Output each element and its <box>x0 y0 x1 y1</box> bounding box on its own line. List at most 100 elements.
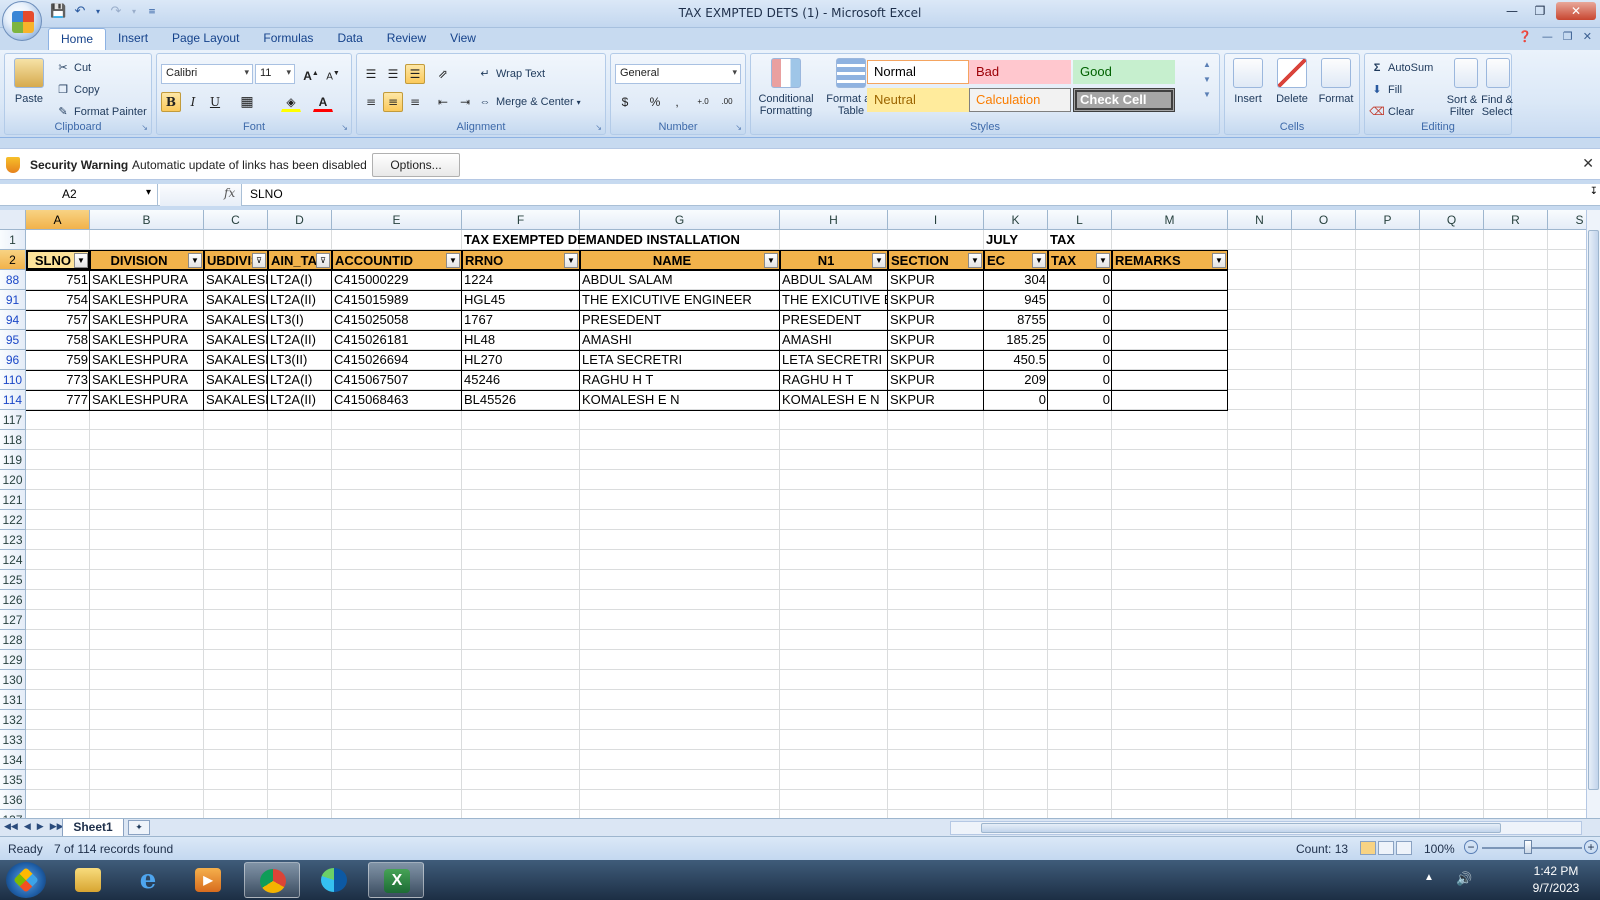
filter-dropdown-icon[interactable]: ▼ <box>564 253 578 268</box>
font-name-select[interactable]: Calibri <box>161 64 253 84</box>
align-right-button[interactable]: ≡ <box>405 92 425 112</box>
taskbar-media-player[interactable]: ▶ <box>180 862 236 898</box>
font-color-button[interactable]: A <box>313 92 333 112</box>
style-neutral[interactable]: Neutral <box>867 88 969 112</box>
normal-view-icon[interactable] <box>1360 841 1376 855</box>
clock-date[interactable]: 9/7/2023 <box>1522 881 1590 895</box>
column-header-p[interactable]: P <box>1356 210 1420 230</box>
column-header-r[interactable]: R <box>1484 210 1548 230</box>
style-check-cell[interactable]: Check Cell <box>1073 88 1175 112</box>
filter-dropdown-icon[interactable]: ▼ <box>1096 253 1110 268</box>
bold-button[interactable]: B <box>161 92 181 112</box>
decrease-decimal-button[interactable]: .00 <box>717 92 737 112</box>
filter-applied-icon[interactable]: ⊽ <box>252 253 266 268</box>
decrease-indent-button[interactable]: ⇤ <box>433 92 453 112</box>
paste-button[interactable]: Paste <box>9 58 49 105</box>
row-header[interactable]: 117 <box>0 410 26 430</box>
row-header[interactable]: 119 <box>0 450 26 470</box>
header-cell-d[interactable]: AIN_TA ⊽ <box>268 250 332 270</box>
align-top-button[interactable]: ☰ <box>361 64 381 84</box>
header-cell-l[interactable]: TAX ▼ <box>1048 250 1112 270</box>
fill-color-button[interactable]: ◈ <box>281 92 301 112</box>
volume-icon[interactable]: 🔊 <box>1456 871 1472 887</box>
column-header-i[interactable]: I <box>888 210 984 230</box>
sheet-title[interactable]: TAX EXEMPTED DEMANDED INSTALLATION <box>462 230 848 250</box>
first-sheet-icon[interactable]: ◀◀ <box>4 821 18 832</box>
taskbar-internet-explorer[interactable]: e <box>120 862 176 898</box>
column-header-h[interactable]: H <box>780 210 888 230</box>
percent-button[interactable]: % <box>645 92 665 112</box>
clipboard-launcher-icon[interactable]: ↘ <box>141 123 148 132</box>
insert-cells-button[interactable]: Insert <box>1227 58 1269 105</box>
row-header[interactable]: 88 <box>0 270 26 290</box>
taskbar-edge[interactable] <box>306 862 362 898</box>
borders-button[interactable]: ▦ <box>237 92 257 112</box>
row-header[interactable]: 137 <box>0 810 26 818</box>
cut-button[interactable]: ✂ Cut <box>55 60 91 76</box>
align-bottom-button[interactable]: ☰ <box>405 64 425 84</box>
zoom-in-icon[interactable]: + <box>1584 840 1598 854</box>
row-header[interactable]: 2 <box>0 250 26 270</box>
row-header[interactable]: 130 <box>0 670 26 690</box>
horizontal-scroll-thumb[interactable] <box>981 823 1501 833</box>
page-layout-view-icon[interactable] <box>1378 841 1394 855</box>
increase-decimal-button[interactable]: +.0 <box>693 92 713 112</box>
column-header-n[interactable]: N <box>1228 210 1292 230</box>
scroll-up-icon[interactable]: ▲ <box>1203 60 1211 69</box>
row-header[interactable]: 114 <box>0 390 26 410</box>
workbook-minimize-icon[interactable]: — <box>1542 30 1553 43</box>
column-header-l[interactable]: L <box>1048 210 1112 230</box>
row-header[interactable]: 118 <box>0 430 26 450</box>
row-header[interactable]: 131 <box>0 690 26 710</box>
next-sheet-icon[interactable]: ▶ <box>37 821 44 832</box>
conditional-formatting-button[interactable]: Conditional Formatting <box>755 58 817 117</box>
align-center-button[interactable]: ≡ <box>383 92 403 112</box>
filter-dropdown-icon[interactable]: ▼ <box>872 253 886 268</box>
filter-dropdown-icon[interactable]: ▼ <box>446 253 460 268</box>
wrap-text-button[interactable]: ↵ Wrap Text <box>477 66 545 82</box>
header-cell-m[interactable]: REMARKS ▼ <box>1112 250 1228 270</box>
help-icon[interactable]: ❓ <box>1518 30 1532 43</box>
style-good[interactable]: Good <box>1073 60 1175 84</box>
align-middle-button[interactable]: ☰ <box>383 64 403 84</box>
find-select-button[interactable] <box>1483 58 1513 90</box>
options-button[interactable]: Options... <box>372 153 460 177</box>
row-header[interactable]: 91 <box>0 290 26 310</box>
font-size-select[interactable]: 11 <box>255 64 295 84</box>
align-left-button[interactable]: ≡ <box>361 92 381 112</box>
font-launcher-icon[interactable]: ↘ <box>341 123 348 132</box>
header-cell-f[interactable]: RRNO ▼ <box>462 250 580 270</box>
style-bad[interactable]: Bad <box>969 60 1071 84</box>
row-header[interactable]: 120 <box>0 470 26 490</box>
column-header-b[interactable]: B <box>90 210 204 230</box>
column-header-f[interactable]: F <box>462 210 580 230</box>
row-header[interactable]: 127 <box>0 610 26 630</box>
select-all-corner[interactable] <box>0 210 26 230</box>
copy-button[interactable]: ❐ Copy <box>55 82 100 98</box>
prev-sheet-icon[interactable]: ◀ <box>24 821 31 832</box>
close-button[interactable]: ✕ <box>1556 2 1596 20</box>
header-cell-k[interactable]: EC ▼ <box>984 250 1048 270</box>
row-header[interactable]: 110 <box>0 370 26 390</box>
row-header[interactable]: 136 <box>0 790 26 810</box>
scroll-down-icon[interactable]: ▼ <box>1203 75 1211 84</box>
workbook-restore-icon[interactable]: ❐ <box>1563 30 1573 43</box>
filter-dropdown-icon[interactable]: ▼ <box>1032 253 1046 268</box>
taskbar-file-explorer[interactable] <box>60 862 116 898</box>
row-header[interactable]: 133 <box>0 730 26 750</box>
clear-button[interactable]: ⌫ Clear <box>1369 104 1414 120</box>
row-header[interactable]: 125 <box>0 570 26 590</box>
header-cell-a[interactable]: SLNO ▼ <box>26 250 90 270</box>
style-normal[interactable]: Normal <box>867 60 969 84</box>
zoom-slider-knob[interactable] <box>1524 840 1532 854</box>
alignment-launcher-icon[interactable]: ↘ <box>595 123 602 132</box>
clock-time[interactable]: 1:42 PM <box>1522 864 1590 878</box>
tab-formulas[interactable]: Formulas <box>251 28 325 50</box>
close-icon[interactable]: ✕ <box>1582 155 1594 172</box>
more-styles-icon[interactable]: ▼ <box>1203 90 1211 99</box>
fill-button[interactable]: ⬇ Fill <box>1369 82 1402 98</box>
column-header-a[interactable]: A <box>26 210 90 230</box>
header-cell-b[interactable]: DIVISION ▼ <box>90 250 204 270</box>
tab-insert[interactable]: Insert <box>106 28 160 50</box>
zoom-out-icon[interactable]: − <box>1464 840 1478 854</box>
